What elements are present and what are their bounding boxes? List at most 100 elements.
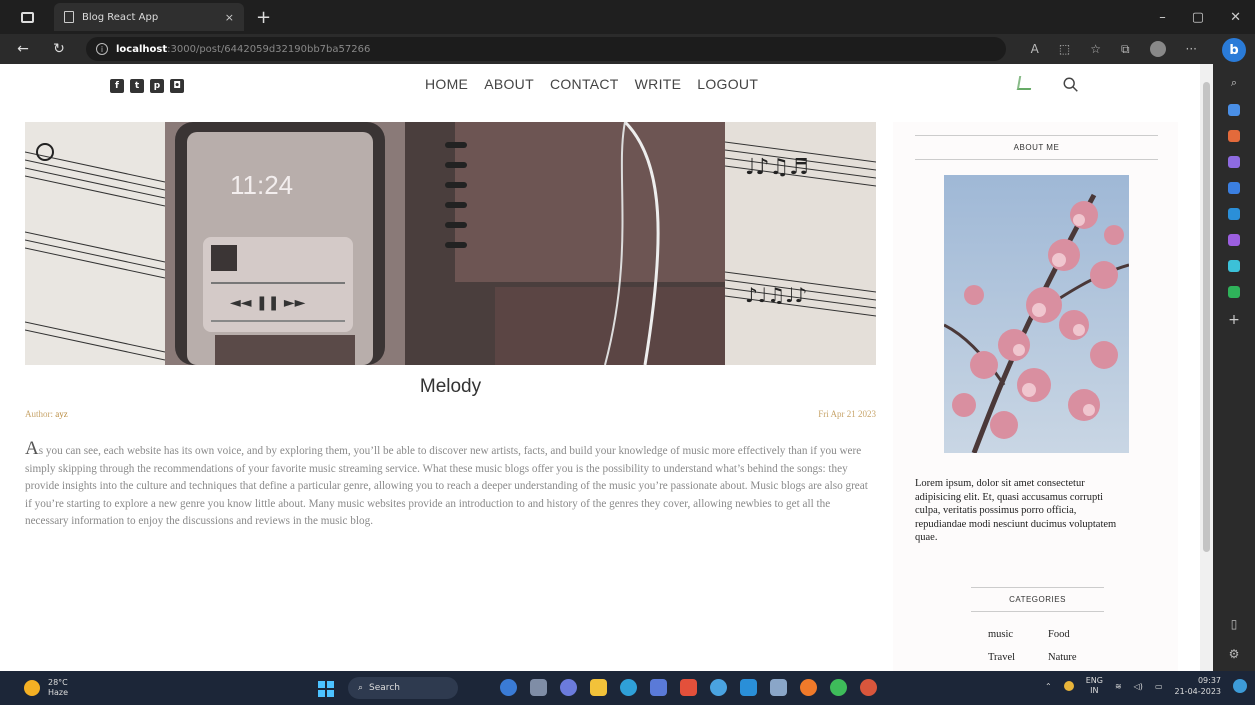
store-icon[interactable]: [650, 679, 667, 696]
read-aloud-icon[interactable]: A: [1031, 42, 1039, 56]
collections-icon[interactable]: ⧉: [1121, 42, 1130, 57]
favorites-icon[interactable]: ☆: [1090, 42, 1101, 56]
weather-temp: 28°C: [48, 678, 68, 687]
facebook-icon[interactable]: f: [110, 79, 124, 93]
taskbar-search-label: Search: [369, 683, 400, 693]
language-indicator[interactable]: ENG IN: [1086, 676, 1103, 696]
address-bar-row: ← ↻ i localhost :3000/post/6442059d32190…: [0, 34, 1213, 64]
sidebar-tree-icon[interactable]: [1228, 286, 1240, 298]
system-tray: ⌃ ENG IN ≋ ◁) ▭ 09:37 21-04-2023: [1045, 675, 1247, 697]
vscode-icon[interactable]: [740, 679, 757, 696]
category-item[interactable]: Travel: [988, 652, 1048, 663]
chat-icon[interactable]: [560, 679, 577, 696]
notification-icon[interactable]: [1233, 679, 1247, 693]
tab-actions-button[interactable]: [14, 4, 40, 30]
sidebar-search-icon[interactable]: ⌕: [1231, 76, 1237, 90]
reload-button[interactable]: ↻: [46, 41, 72, 57]
page-viewport: f t p ◘ HOME ABOUT CONTACT WRITE LOGOUT: [0, 64, 1200, 671]
category-item[interactable]: Nature: [1048, 652, 1108, 663]
office-icon[interactable]: [680, 679, 697, 696]
wifi-icon[interactable]: ≋: [1115, 682, 1122, 691]
more-menu-icon[interactable]: ···: [1186, 42, 1197, 56]
battery-icon[interactable]: ▭: [1155, 682, 1163, 691]
minimize-button[interactable]: –: [1159, 10, 1166, 25]
instagram-icon[interactable]: ◘: [170, 79, 184, 93]
clock-date: 21-04-2023: [1174, 687, 1222, 696]
category-item[interactable]: Food: [1048, 629, 1108, 640]
clock-time: 09:37: [1197, 676, 1221, 685]
restore-button[interactable]: ▢: [1192, 10, 1204, 25]
sidebar-outlook-icon[interactable]: [1228, 208, 1240, 220]
start-button[interactable]: [318, 681, 334, 697]
bing-chat-icon[interactable]: b: [1222, 38, 1246, 62]
blog-sidebar: ABOUT ME Lorem ipsum, dolor sit amet con…: [893, 122, 1178, 671]
clock[interactable]: 09:37 21-04-2023: [1175, 675, 1222, 697]
sidebar-add-icon[interactable]: +: [1228, 312, 1240, 328]
menu-item-home[interactable]: HOME: [425, 76, 468, 92]
sidebar-office-icon[interactable]: [1228, 182, 1240, 194]
about-me-title: ABOUT ME: [915, 135, 1158, 160]
sidebar-shopping-icon[interactable]: [1228, 130, 1240, 142]
sidebar-split-icon[interactable]: ▯: [1231, 617, 1238, 631]
tab-close-button[interactable]: ×: [225, 11, 234, 24]
browser-tab[interactable]: Blog React App ×: [54, 3, 244, 31]
menu-item-write[interactable]: WRITE: [635, 76, 682, 92]
browser-tab-bar: Blog React App × + – ▢ ✕: [0, 0, 1255, 34]
volume-icon[interactable]: ◁): [1134, 682, 1143, 691]
taskbar-search[interactable]: ⌕ Search: [348, 677, 458, 699]
whatsapp-icon[interactable]: [830, 679, 847, 696]
menu-item-contact[interactable]: CONTACT: [550, 76, 619, 92]
drop-cap: A: [25, 438, 39, 459]
profile-avatar[interactable]: [1149, 41, 1166, 57]
page-scrollbar[interactable]: [1200, 64, 1213, 671]
weather-widget[interactable]: 28°C Haze: [24, 678, 68, 698]
sidebar-settings-icon[interactable]: ⚙: [1229, 647, 1240, 661]
twitter-icon[interactable]: t: [130, 79, 144, 93]
brave-icon[interactable]: [800, 679, 817, 696]
back-button[interactable]: ←: [10, 41, 36, 57]
search-icon[interactable]: [1062, 76, 1080, 94]
menu-item-about[interactable]: ABOUT: [484, 76, 534, 92]
sidebar-games-icon[interactable]: [1228, 156, 1240, 168]
info-icon[interactable]: i: [96, 43, 108, 55]
chrome-alt-icon[interactable]: [860, 679, 877, 696]
sidebar-drop-icon[interactable]: [1228, 260, 1240, 272]
chrome-icon[interactable]: [710, 679, 727, 696]
author-name[interactable]: ayz: [55, 409, 68, 419]
phone-time: 11:24: [230, 170, 293, 200]
language-code: ENG: [1085, 676, 1103, 685]
windows-taskbar: 28°C Haze ⌕ Search ⌃ ENG IN ≋ ◁) ▭ 09:37: [0, 671, 1255, 705]
edge-sidebar: b ⌕ + ▯ ⚙: [1213, 34, 1255, 671]
sidebar-designer-icon[interactable]: [1228, 234, 1240, 246]
social-icons: f t p ◘: [110, 79, 184, 93]
url-path: :3000/post/6442059d32190bb7ba57266: [167, 43, 371, 55]
user-avatar-broken-image-icon[interactable]: [1016, 76, 1034, 90]
scroll-thumb[interactable]: [1203, 82, 1210, 552]
new-tab-button[interactable]: +: [256, 7, 271, 28]
tray-app-icon[interactable]: [1063, 681, 1074, 691]
file-explorer-icon[interactable]: [590, 679, 607, 696]
sidebar-tools-icon[interactable]: [1228, 104, 1240, 116]
weather-condition: Haze: [48, 688, 69, 697]
edge-icon[interactable]: [620, 679, 637, 696]
task-view-icon[interactable]: [530, 679, 547, 696]
category-item[interactable]: music: [988, 629, 1048, 640]
url-field[interactable]: i localhost :3000/post/6442059d32190bb7b…: [86, 37, 1006, 61]
post-info: Author: ayz Fri Apr 21 2023: [25, 409, 876, 419]
tray-chevron-icon[interactable]: ⌃: [1045, 682, 1052, 691]
close-window-button[interactable]: ✕: [1230, 10, 1241, 25]
post-body-text: s you can see, each website has its own …: [25, 445, 868, 527]
page-icon: [64, 11, 74, 23]
menu-item-logout[interactable]: LOGOUT: [697, 76, 758, 92]
copilot-icon[interactable]: [500, 679, 517, 696]
taskbar-apps: [500, 679, 877, 696]
post-description: As you can see, each website has its own…: [25, 438, 876, 531]
svg-text:♪♩♫♩♪: ♪♩♫♩♪: [745, 283, 807, 307]
extensions-icon[interactable]: ⬚: [1059, 42, 1070, 56]
notepad-icon[interactable]: [770, 679, 787, 696]
taskbar-search-icon: ⌕: [358, 683, 364, 693]
pinterest-icon[interactable]: p: [150, 79, 164, 93]
address-actions: A ⬚ ☆ ⧉ ···: [1031, 41, 1213, 57]
post-image: 11:24 ◄◄ ❚❚ ►► ♩♪♫♬ ♪♩♫♩♪: [25, 122, 876, 365]
svg-text:♩♪♫♬: ♩♪♫♬: [745, 155, 809, 180]
